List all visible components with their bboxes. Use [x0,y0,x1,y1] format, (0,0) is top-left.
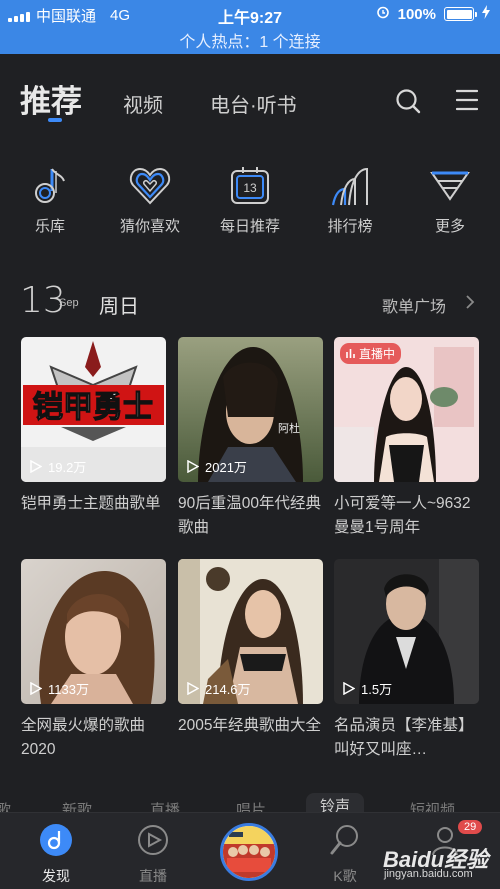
weekday-label: 周日 [99,296,139,318]
play-count: 1.5万 [343,679,392,698]
play-icon [30,682,42,695]
playlist-card[interactable]: 铠甲勇士 19.2万 铠甲勇士主题曲歌单 [21,337,166,540]
discover-icon [40,824,72,856]
quick-entry-guess-you-like[interactable]: 猜你喜欢 [110,165,190,236]
quick-entry-label: 每日推荐 [219,218,280,235]
playlist-title[interactable]: 90后重温00年代经典歌曲 [178,492,326,540]
k-song-icon [330,825,358,855]
play-count-value: 214.6万 [205,682,251,697]
charging-icon [482,5,490,23]
status-bar: 中国联通 4G 上午9:27 100% 个人热点：1 个连接 [0,0,500,54]
quick-entry-label: 更多 [434,218,465,235]
playlist-card[interactable]: 214.6万 2005年经典歌曲大全 [178,559,323,762]
quick-entry-label: 乐库 [34,218,65,235]
alarm-icon [376,5,390,23]
playlist-cover[interactable]: 1.5万 [334,559,479,704]
heart-icon [129,167,171,205]
tab-radio-audiobook[interactable]: 电台·听书 [210,89,297,118]
calendar-icon: 13 [231,167,269,204]
play-count-value: 19.2万 [48,460,87,475]
playlist-title[interactable]: 全网最火爆的歌曲2020 [21,714,169,762]
live-bars-icon [346,349,355,358]
svg-text:铠甲勇士: 铠甲勇士 [33,390,153,425]
playlist-cover[interactable]: 阿杜 2021万 [178,337,323,482]
playlist-title[interactable]: 2005年经典歌曲大全 [178,714,326,762]
chevron-right-icon[interactable] [465,294,475,315]
live-play-icon [138,825,168,855]
live-title[interactable]: 小可爱等一人~9632曼曼1号周年 [334,492,482,540]
svg-text:13: 13 [243,181,257,195]
search-icon[interactable] [395,88,421,119]
live-badge-label: 直播中 [359,347,396,361]
quick-entry-library[interactable]: 乐库 [10,165,90,236]
play-count: 19.2万 [30,457,86,476]
svg-text:阿杜: 阿杜 [278,421,300,435]
play-count: 1133万 [30,679,89,698]
music-note-icon [35,168,65,203]
live-card[interactable]: 直播中 小可爱等一人~9632曼曼1号周年 [334,337,479,540]
quick-entry-label: 排行榜 [327,218,373,235]
play-count-value: 1133万 [48,682,89,697]
baidu-watermark-url: jingyan.baidu.com [384,868,473,880]
tab-recommend[interactable]: 推荐 [20,76,82,121]
live-badge: 直播中 [340,343,402,364]
playlist-cover[interactable]: 铠甲勇士 19.2万 [21,337,166,482]
date-month: Sep [59,297,79,309]
play-count: 214.6万 [187,679,251,698]
play-icon [30,460,42,473]
play-icon [187,682,199,695]
quick-entry-daily-recommend[interactable]: 13 每日推荐 [210,165,290,236]
tab-label: K歌 [333,868,357,884]
live-cover[interactable]: 直播中 [334,337,479,482]
quick-entry-more[interactable]: 更多 [410,165,490,236]
menu-icon[interactable] [455,88,479,117]
section-header: 13 Sep 周日 歌单广场 [0,280,500,321]
tab-live[interactable]: 直播 [118,823,188,886]
message-count-badge: 29 [458,820,483,834]
play-icon [187,460,199,473]
chart-icon [331,167,368,206]
tab-discover[interactable]: 发现 [21,823,91,886]
playlist-title[interactable]: 铠甲勇士主题曲歌单 [21,492,169,540]
playlist-cover[interactable]: 1133万 [21,559,166,704]
playlist-card[interactable]: 阿杜 2021万 90后重温00年代经典歌曲 [178,337,323,540]
play-count-value: 2021万 [205,460,247,475]
play-count-value: 1.5万 [361,682,393,697]
playlist-card[interactable]: 1133万 全网最火爆的歌曲2020 [21,559,166,762]
playlist-card[interactable]: 1.5万 名品演员【李准基】叫好又叫座… [334,559,479,762]
top-nav: 推荐 视频 电台·听书 [0,54,500,134]
hotspot-banner[interactable]: 个人热点：1 个连接 [0,28,500,52]
quick-entry-label: 猜你喜欢 [119,218,180,235]
play-icon [343,682,355,695]
quick-entries: 乐库 猜你喜欢 13 每日推荐 排行榜 更多 [0,165,500,245]
playlist-plaza-link[interactable]: 歌单广场 [382,293,446,317]
more-icon [430,171,470,201]
tab-label: 直播 [139,868,167,884]
tab-video[interactable]: 视频 [123,89,163,118]
tab-k-song[interactable]: K歌 [310,823,380,886]
tab-label: 发现 [42,868,70,884]
battery-icon [444,7,477,21]
battery-percent: 100% [397,5,436,23]
playlist-title[interactable]: 名品演员【李准基】叫好又叫座… [334,714,482,762]
tab-active-indicator [48,118,62,122]
playlist-cover[interactable]: 214.6万 [178,559,323,704]
now-playing-disc[interactable] [220,823,278,881]
quick-entry-charts[interactable]: 排行榜 [310,165,390,236]
play-count: 2021万 [187,457,247,476]
